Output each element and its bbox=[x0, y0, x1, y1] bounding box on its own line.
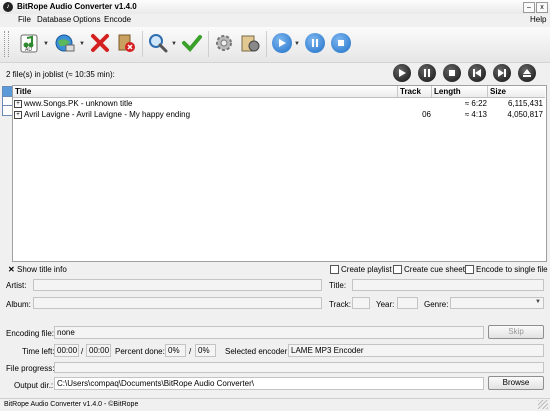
row-length: ≈ 6:22 bbox=[464, 99, 487, 108]
joblist-info: 2 file(s) in joblist (≈ 10:35 min): bbox=[6, 70, 115, 79]
percent-done-label: Percent done: bbox=[115, 347, 165, 356]
track-field[interactable] bbox=[352, 297, 370, 309]
selected-encoder-field: LAME MP3 Encoder bbox=[288, 344, 544, 357]
row-length: ≈ 4:13 bbox=[464, 110, 487, 119]
resize-grip-icon[interactable] bbox=[538, 400, 548, 409]
list-play-icon[interactable] bbox=[393, 64, 411, 82]
close-icon[interactable]: x bbox=[536, 2, 548, 13]
list-pause-icon[interactable] bbox=[418, 64, 436, 82]
artist-field[interactable] bbox=[33, 279, 322, 291]
row-track: 06 bbox=[422, 110, 431, 119]
column-title[interactable]: Title bbox=[13, 86, 398, 97]
create-cue-label[interactable]: Create cue sheet bbox=[404, 265, 465, 274]
add-audio-icon[interactable]: AU bbox=[18, 31, 42, 55]
percent-total-field: 0% bbox=[195, 344, 216, 357]
create-cue-checkbox[interactable] bbox=[393, 265, 402, 274]
genre-select[interactable] bbox=[450, 297, 544, 309]
table-row[interactable]: + Avril Lavigne - Avril Lavigne - My happ… bbox=[13, 109, 545, 120]
row-checkbox[interactable]: + bbox=[14, 110, 22, 119]
search-icon[interactable] bbox=[146, 31, 170, 55]
encoding-file-label: Encoding file: bbox=[6, 329, 55, 338]
list-eject-icon[interactable] bbox=[518, 64, 536, 82]
status-text: BitRope Audio Converter v1.4.0 - ©BitRop… bbox=[4, 401, 139, 408]
toolbar-separator bbox=[266, 31, 267, 57]
search-dropdown-icon[interactable]: ▼ bbox=[171, 41, 177, 47]
show-title-info-toggle-icon[interactable]: ✕ bbox=[8, 265, 15, 274]
row-title: www.Songs.PK - unknown title bbox=[24, 99, 133, 108]
toolbar-grip[interactable] bbox=[4, 31, 9, 57]
encode-single-label[interactable]: Encode to single file bbox=[476, 265, 548, 274]
window-title: BitRope Audio Converter v1.4.0 bbox=[17, 2, 137, 11]
row-size: 6,115,431 bbox=[508, 99, 543, 108]
svg-text:AU: AU bbox=[25, 47, 32, 53]
stop-icon[interactable] bbox=[329, 31, 353, 55]
toolbar-separator bbox=[142, 31, 143, 57]
status-bar: BitRope Audio Converter v1.4.0 - ©BitRop… bbox=[0, 398, 550, 411]
skip-button[interactable]: Skip bbox=[488, 325, 544, 339]
row-size: 4,050,817 bbox=[507, 110, 543, 119]
time-left-field: 00:00 bbox=[54, 344, 79, 357]
output-dir-field[interactable]: C:\Users\compaq\Documents\BitRope Audio … bbox=[54, 377, 484, 390]
toolbar-separator bbox=[208, 31, 209, 57]
output-dir-label: Output dir.: bbox=[14, 381, 54, 390]
year-field[interactable] bbox=[397, 297, 418, 309]
file-progress-bar bbox=[54, 362, 544, 373]
play-icon[interactable] bbox=[270, 31, 294, 55]
column-length[interactable]: Length bbox=[432, 86, 488, 97]
show-title-info-label[interactable]: Show title info bbox=[17, 265, 67, 274]
column-track[interactable]: Track bbox=[398, 86, 432, 97]
menu-database[interactable]: Database bbox=[37, 15, 71, 24]
minimize-icon[interactable]: – bbox=[523, 2, 535, 13]
album-field[interactable] bbox=[33, 297, 322, 309]
column-size[interactable]: Size bbox=[488, 86, 545, 97]
create-playlist-label[interactable]: Create playlist bbox=[341, 265, 392, 274]
genre-label: Genre: bbox=[424, 300, 449, 309]
percent-slash: / bbox=[189, 347, 192, 356]
time-total-field: 00:00 bbox=[86, 344, 111, 357]
check-icon[interactable] bbox=[180, 31, 204, 55]
list-next-icon[interactable] bbox=[493, 64, 511, 82]
menu-help[interactable]: Help bbox=[530, 15, 546, 24]
add-url-icon[interactable] bbox=[53, 31, 77, 55]
clear-list-icon[interactable] bbox=[114, 31, 138, 55]
create-playlist-checkbox[interactable] bbox=[330, 265, 339, 274]
app-icon[interactable]: ♪ bbox=[3, 2, 13, 12]
add-url-dropdown-icon[interactable]: ▼ bbox=[79, 41, 85, 47]
year-label: Year: bbox=[376, 300, 395, 309]
settings-gear-icon[interactable] bbox=[212, 31, 236, 55]
percent-field: 0% bbox=[165, 344, 186, 357]
remove-icon[interactable] bbox=[88, 31, 112, 55]
track-label: Track: bbox=[329, 300, 351, 309]
plugin-icon[interactable] bbox=[238, 31, 262, 55]
file-progress-label: File progress: bbox=[6, 364, 55, 373]
menu-encode[interactable]: Encode bbox=[104, 15, 131, 24]
selected-encoder-label: Selected encoder: bbox=[225, 347, 290, 356]
add-audio-dropdown-icon[interactable]: ▼ bbox=[43, 41, 49, 47]
browse-button[interactable]: Browse bbox=[488, 376, 544, 390]
title-field[interactable] bbox=[352, 279, 544, 291]
album-label: Album: bbox=[6, 300, 31, 309]
row-checkbox[interactable]: + bbox=[14, 99, 22, 108]
genre-dropdown-icon[interactable]: ▼ bbox=[535, 299, 541, 305]
menu-file[interactable]: File bbox=[18, 15, 31, 24]
pause-icon[interactable] bbox=[303, 31, 327, 55]
list-previous-icon[interactable] bbox=[468, 64, 486, 82]
row-title: Avril Lavigne - Avril Lavigne - My happy… bbox=[24, 110, 191, 119]
menu-options[interactable]: Options bbox=[73, 15, 101, 24]
encoding-file-field: none bbox=[54, 326, 484, 339]
play-dropdown-icon[interactable]: ▼ bbox=[294, 41, 300, 47]
time-left-label: Time left: bbox=[22, 347, 55, 356]
list-stop-icon[interactable] bbox=[443, 64, 461, 82]
artist-label: Artist: bbox=[6, 281, 27, 290]
encode-single-checkbox[interactable] bbox=[465, 265, 474, 274]
table-row[interactable]: + www.Songs.PK - unknown title ≈ 6:22 6,1… bbox=[13, 98, 545, 109]
title-label: Title: bbox=[329, 281, 347, 290]
time-slash: / bbox=[81, 347, 84, 356]
